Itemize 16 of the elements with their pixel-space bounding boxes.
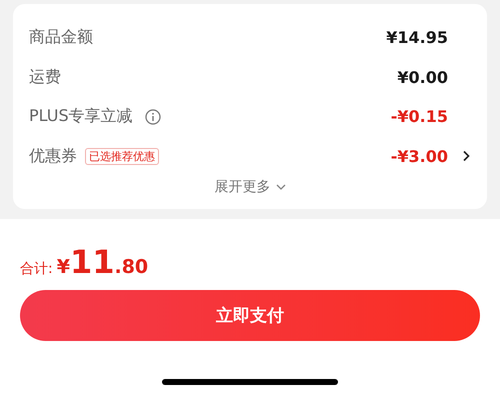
row-label: 运费 — [29, 66, 61, 88]
total-amount: ¥11.80 — [56, 243, 148, 281]
chevron-right-icon[interactable] — [462, 150, 470, 162]
amount-value: -¥0.15 — [390, 107, 448, 126]
chevron-down-icon — [276, 184, 286, 190]
coupon-tag: 已选推荐优惠 — [85, 148, 159, 165]
row-label: 商品金额 — [29, 27, 93, 48]
row-label: PLUS专享立减 — [29, 106, 133, 128]
row-label: 优惠券 — [29, 146, 77, 167]
amount-value: ¥0.00 — [397, 68, 448, 87]
amount-value: ¥14.95 — [386, 28, 448, 48]
expand-more-button[interactable]: 展开更多 — [214, 178, 286, 196]
total-label: 合计: — [20, 260, 53, 278]
info-icon[interactable] — [144, 108, 161, 125]
amount-value: -¥3.00 — [390, 146, 448, 166]
pay-now-button[interactable]: 立即支付 — [20, 290, 480, 341]
